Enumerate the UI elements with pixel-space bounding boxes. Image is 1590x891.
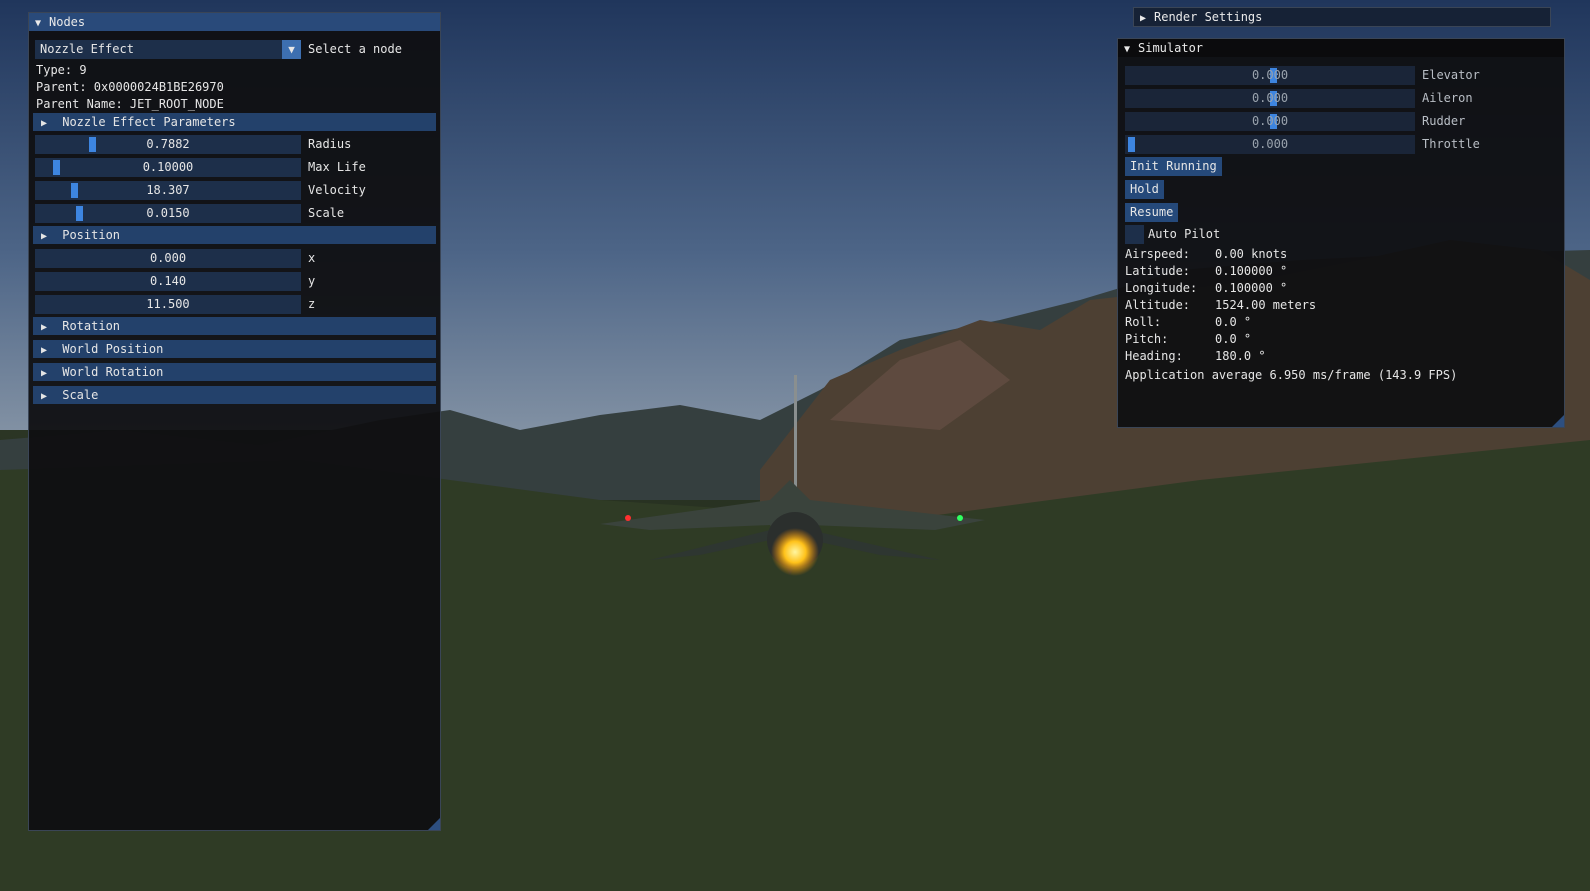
control-label: Elevator xyxy=(1422,68,1480,82)
node-parent-name: Parent Name: JET_ROOT_NODE xyxy=(36,97,224,111)
resize-grip-icon[interactable] xyxy=(428,818,440,830)
telemetry-key: Roll: xyxy=(1125,315,1162,329)
select-node-label: Select a node xyxy=(308,42,402,56)
telemetry-key: Heading: xyxy=(1125,349,1183,363)
slider-value: 0.10000 xyxy=(142,160,194,174)
section-label: Position xyxy=(62,228,121,242)
simulator-title: Simulator xyxy=(1138,41,1204,55)
telemetry-key: Longitude: xyxy=(1125,281,1198,295)
control-slider[interactable]: 0.000 xyxy=(1125,89,1415,108)
hold-button[interactable]: Hold xyxy=(1125,180,1164,199)
expand-arrow-right-icon[interactable]: ▶ xyxy=(1140,10,1154,28)
slider-value: 0.7882 xyxy=(146,137,190,151)
param-label: Radius xyxy=(308,137,352,151)
param-label: Velocity xyxy=(308,183,366,197)
render-settings-panel[interactable]: ▶ Render Settings xyxy=(1133,7,1551,27)
slider-value: 0.000 xyxy=(1251,137,1289,151)
control-slider[interactable]: 0.000 xyxy=(1125,66,1415,85)
section-scale[interactable]: ▶ Scale xyxy=(33,386,436,404)
collapse-arrow-down-icon[interactable]: ▼ xyxy=(1124,41,1138,59)
fps-readout: Application average 6.950 ms/frame (143.… xyxy=(1125,368,1458,382)
telemetry-key: Altitude: xyxy=(1125,298,1191,312)
slider-grab[interactable] xyxy=(89,137,96,152)
param-slider[interactable]: 0.0150 xyxy=(35,204,301,223)
expand-arrow-right-icon: ▶ xyxy=(41,368,48,379)
position-field[interactable]: 11.500 xyxy=(35,295,301,314)
param-label: Scale xyxy=(308,206,345,220)
slider-value: 18.307 xyxy=(146,183,190,197)
expand-arrow-right-icon: ▶ xyxy=(41,231,48,242)
expand-arrow-right-icon: ▶ xyxy=(41,391,48,402)
telemetry-value: 0.0 ° xyxy=(1215,332,1252,346)
section-label: World Rotation xyxy=(62,365,164,379)
expand-arrow-right-icon: ▶ xyxy=(41,322,48,333)
node-combo[interactable]: Nozzle Effect ▼ xyxy=(35,40,301,59)
section-position[interactable]: ▶ Position xyxy=(33,226,436,244)
control-label: Aileron xyxy=(1422,91,1473,105)
param-slider[interactable]: 18.307 xyxy=(35,181,301,200)
section-label: Scale xyxy=(62,388,99,402)
axis-label: y xyxy=(308,274,316,288)
slider-grab[interactable] xyxy=(53,160,60,175)
autopilot-checkbox[interactable] xyxy=(1125,225,1144,244)
combo-arrow-down-icon[interactable]: ▼ xyxy=(282,40,301,59)
slider-value: 0.000 xyxy=(1251,114,1289,128)
axis-label: x xyxy=(308,251,316,265)
slider-value: 0.000 xyxy=(1251,91,1289,105)
render-settings-title-bar[interactable]: ▶ Render Settings xyxy=(1134,8,1550,26)
node-type: Type: 9 xyxy=(36,63,87,77)
node-combo-value: Nozzle Effect xyxy=(40,42,134,56)
param-slider[interactable]: 0.10000 xyxy=(35,158,301,177)
nodes-panel[interactable]: ▼ Nodes Nozzle Effect ▼ Select a node Typ… xyxy=(28,12,441,831)
slider-grab[interactable] xyxy=(1128,137,1135,152)
axis-label: z xyxy=(308,297,316,311)
render-settings-title: Render Settings xyxy=(1154,10,1263,24)
control-slider[interactable]: 0.000 xyxy=(1125,135,1415,154)
nodes-title-bar[interactable]: ▼ Nodes xyxy=(29,13,440,31)
telemetry-key: Airspeed: xyxy=(1125,247,1191,261)
collapse-arrow-down-icon[interactable]: ▼ xyxy=(35,15,49,33)
section-label: World Position xyxy=(62,342,164,356)
control-label: Rudder xyxy=(1422,114,1466,128)
telemetry-value: 180.0 ° xyxy=(1215,349,1266,363)
param-label: Max Life xyxy=(308,160,366,174)
telemetry-value: 0.0 ° xyxy=(1215,315,1252,329)
init-running-button[interactable]: Init Running xyxy=(1125,157,1222,176)
slider-value: 0.000 xyxy=(1251,68,1289,82)
nodes-title: Nodes xyxy=(49,15,86,29)
control-label: Throttle xyxy=(1422,137,1480,151)
field-value: 0.000 xyxy=(149,251,187,265)
section-rotation[interactable]: ▶ Rotation xyxy=(33,317,436,335)
position-field[interactable]: 0.000 xyxy=(35,249,301,268)
telemetry-key: Pitch: xyxy=(1125,332,1169,346)
expand-arrow-right-icon: ▶ xyxy=(41,345,48,356)
telemetry-value: 0.00 knots xyxy=(1215,247,1288,261)
section-label: Nozzle Effect Parameters xyxy=(62,115,236,129)
slider-grab[interactable] xyxy=(71,183,78,198)
simulator-title-bar[interactable]: ▼ Simulator xyxy=(1118,39,1564,57)
resume-button[interactable]: Resume xyxy=(1125,203,1179,222)
simulator-panel[interactable]: ▼ Simulator 0.000 Elevator 0.000 Aileron 0.00… xyxy=(1117,38,1565,428)
node-parent: Parent: 0x0000024B1BE26970 xyxy=(36,80,224,94)
resize-grip-icon[interactable] xyxy=(1552,415,1564,427)
telemetry-value: 0.100000 ° xyxy=(1215,264,1288,278)
telemetry-key: Latitude: xyxy=(1125,264,1191,278)
section-world-position[interactable]: ▶ World Position xyxy=(33,340,436,358)
afterburner-glow xyxy=(771,528,819,576)
param-slider[interactable]: 0.7882 xyxy=(35,135,301,154)
section-label: Rotation xyxy=(62,319,121,333)
control-slider[interactable]: 0.000 xyxy=(1125,112,1415,131)
field-value: 11.500 xyxy=(146,297,190,311)
collapse-arrow-down-icon: ▶ xyxy=(41,118,48,129)
telemetry-value: 1524.00 meters xyxy=(1215,298,1317,312)
section-nozzle-params[interactable]: ▶ Nozzle Effect Parameters xyxy=(33,113,436,131)
field-value: 0.140 xyxy=(149,274,187,288)
telemetry-value: 0.100000 ° xyxy=(1215,281,1288,295)
position-field[interactable]: 0.140 xyxy=(35,272,301,291)
autopilot-label: Auto Pilot xyxy=(1148,227,1221,241)
section-world-rotation[interactable]: ▶ World Rotation xyxy=(33,363,436,381)
slider-grab[interactable] xyxy=(76,206,83,221)
slider-value: 0.0150 xyxy=(146,206,190,220)
